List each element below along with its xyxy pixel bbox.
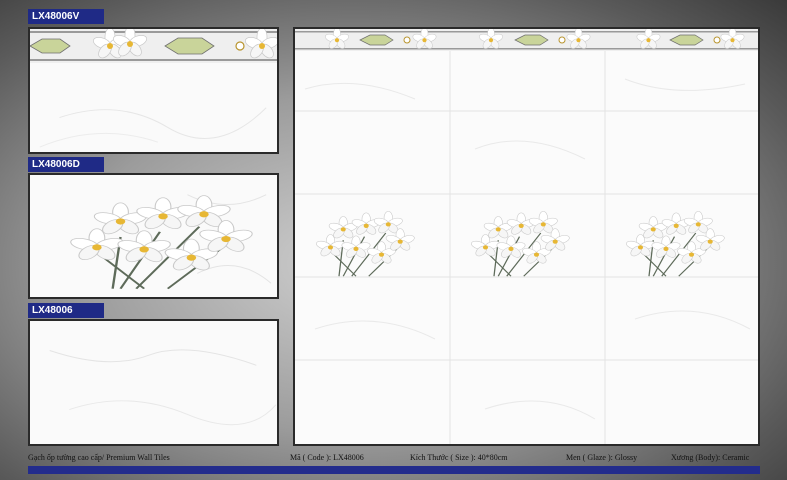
border-tile-swatch [28, 27, 279, 154]
decorative-border-strip [30, 29, 277, 63]
product-line-text: Gạch ốp tường cao cấp/ Premium Wall Tile… [28, 453, 170, 462]
wall-decor-row [315, 211, 726, 276]
wall-tile-grid [295, 29, 758, 444]
decor-tile-swatch [28, 173, 279, 299]
wall-preview [293, 27, 760, 446]
product-code-text: Mã ( Code ): LX48006 [290, 453, 364, 462]
product-info-footer: Gạch ốp tường cao cấp/ Premium Wall Tile… [28, 450, 760, 474]
swatch-label-decor: LX48006D [28, 157, 104, 172]
footer-accent-bar [28, 466, 760, 474]
product-body-text: Xương (Body): Ceramic [671, 453, 750, 462]
product-glaze-text: Men ( Glaze ): Glossy [566, 453, 638, 462]
floral-decor-image [30, 194, 272, 299]
product-size-text: Kích Thước ( Size ): 40*80cm [410, 453, 508, 462]
plain-tile-swatch [28, 319, 279, 446]
marble-texture [49, 349, 277, 426]
swatch-label-border: LX48006V [28, 9, 104, 24]
swatch-label-plain: LX48006 [28, 303, 104, 318]
